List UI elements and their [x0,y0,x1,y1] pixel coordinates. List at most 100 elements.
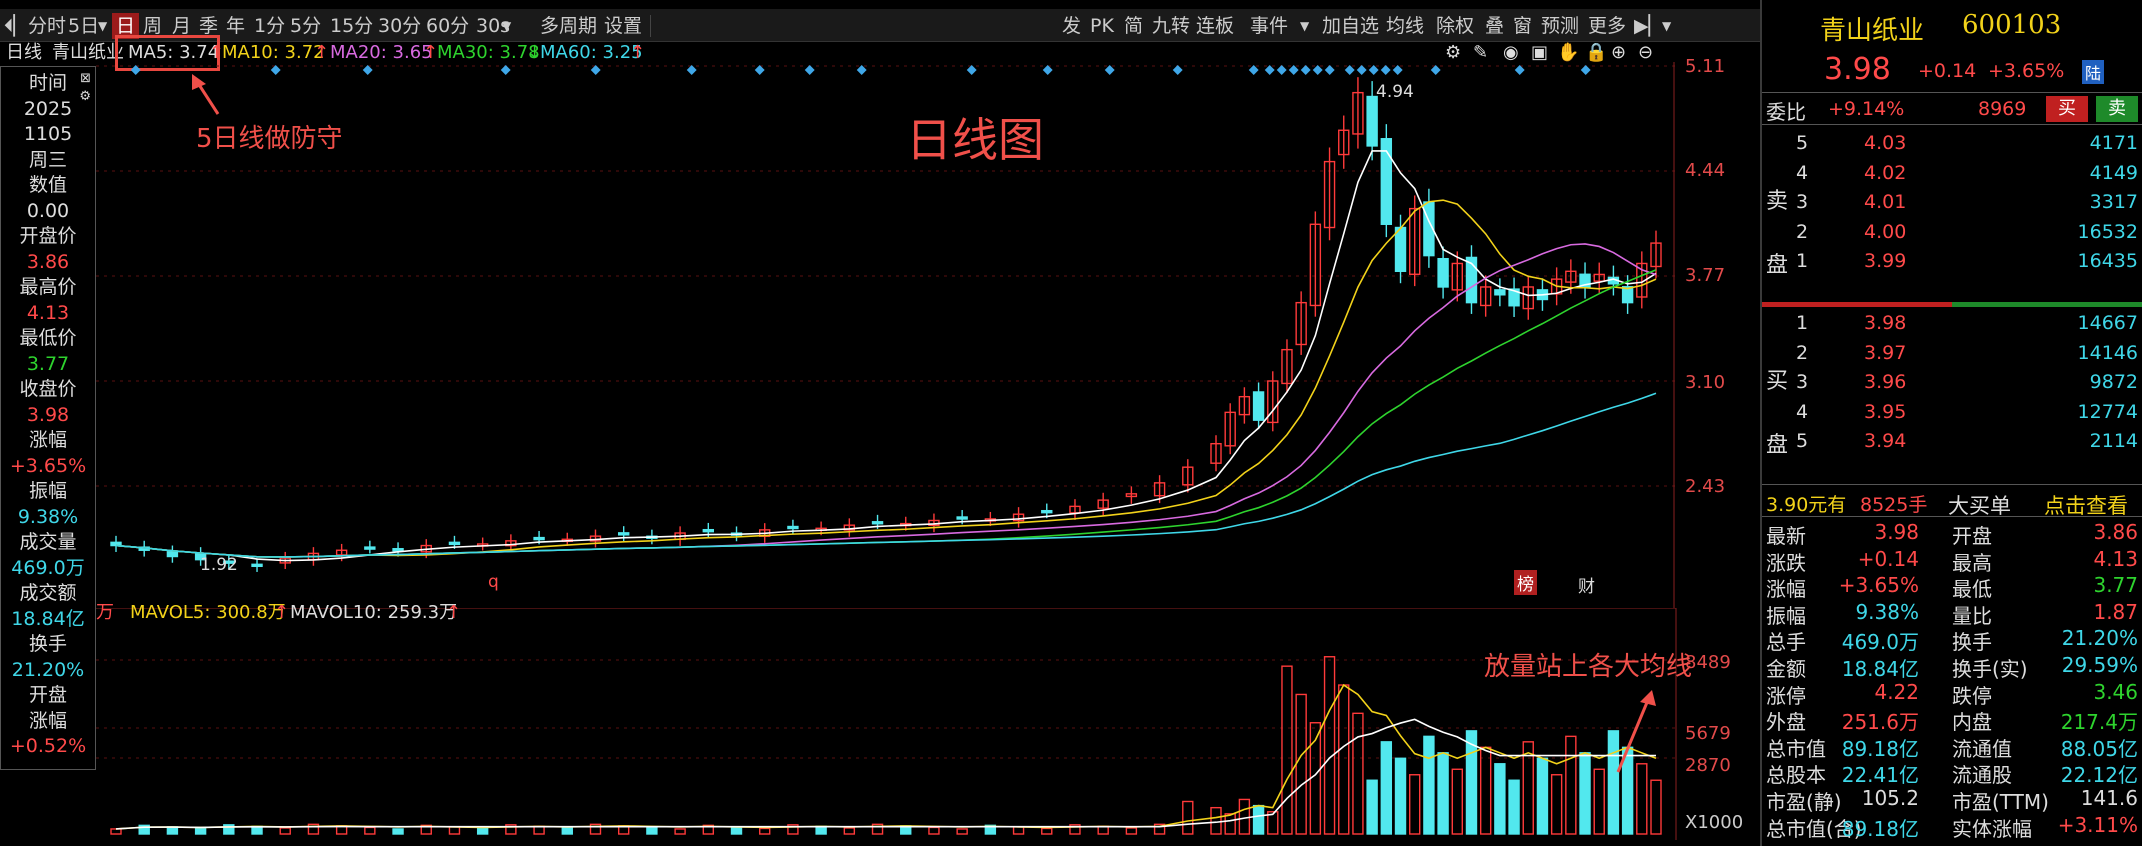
toolbar-jiuzhuan[interactable]: 九转 [1152,13,1190,39]
chevron-down-icon[interactable]: ▼ [1662,13,1671,39]
volume-annotation: 放量站上各大均线 [1484,652,1693,682]
toolbar-send[interactable]: 发 [1062,13,1081,39]
volume-bar [533,825,545,835]
tab-5day[interactable]: 5日 [68,13,99,39]
volume-bar [1650,779,1662,835]
bid-level-n: 1 [1796,312,1809,334]
stat-value: 89.18亿 [1841,736,1919,761]
volume-bar [1097,825,1109,835]
toolbar-simple[interactable]: 简 [1124,13,1143,39]
chevron-down-icon[interactable]: ▼ [1300,13,1309,39]
info-diamond-icon [1172,65,1183,75]
volume-bar [1607,730,1620,835]
volume-bar [1338,684,1350,835]
bid-level-p: 3.96 [1864,371,1907,393]
ask-level-v: 4149 [2089,161,2138,184]
bid-level-v: 14667 [2077,312,2138,334]
stat-label: 量比 [1952,603,1992,628]
weibi-value: +9.14% [1828,98,1905,120]
stat-label: 总市值 [1766,736,1826,761]
toolbar-events[interactable]: 事件 [1250,13,1288,39]
toolbar-lianban[interactable]: 连板 [1196,13,1234,39]
period-label: 日线 [6,42,42,63]
stat-label: 流通值 [1952,736,2012,761]
gear-icon[interactable]: ⚙ [79,89,91,104]
event-marker-bang[interactable]: 榜 [1514,570,1537,595]
info-diamond-icon [500,65,511,75]
toolbar-pk[interactable]: PK [1090,13,1114,39]
toolbar-window[interactable]: 窗 [1513,13,1532,39]
ask-level-p: 3.99 [1864,250,1907,272]
event-marker-q[interactable]: q [488,572,499,592]
bid-level-n: 2 [1796,341,1809,364]
bid-level-v: 12774 [2077,400,2138,423]
volume-bar [476,827,489,835]
tab-60min[interactable]: 60分 [426,13,469,39]
bid-level-v: 9872 [2089,371,2138,393]
stat-label: 涨幅 [1766,577,1806,602]
info-diamond-icon [856,65,867,75]
tab-1min[interactable]: 1分 [254,13,285,39]
stat-value: 22.41亿 [1841,763,1919,788]
stat-label: 市盈(TTM) [1952,790,2049,814]
add-watchlist-button[interactable]: 加自选 [1322,13,1379,39]
data-window-row: 3.98 [26,403,70,426]
stat-value: 89.18亿 [1841,816,1919,841]
tab-15min[interactable]: 15分 [330,13,373,39]
ma5-annotation: 5日线做防守 [196,124,343,154]
mavol5-label: MAVOL5: 300.8万 [130,602,286,623]
data-window-row: 4.13 [26,301,70,324]
stat-label: 换手 [1952,630,1992,655]
stat-value: 9.38% [1855,599,1919,624]
buy-button[interactable]: 买 [2046,96,2088,122]
data-window-row: 9.38% [17,505,79,528]
expand-icon[interactable]: ▶▏ [1634,13,1663,39]
stat-value: 21.20% [2061,626,2138,651]
volume-bar [1352,712,1364,835]
event-marker-cai[interactable]: 财 [1578,572,1595,597]
close-icon[interactable]: ⊠ [80,71,91,86]
tab-multi-period[interactable]: 多周期 [540,13,597,39]
ask-level-p: 4.02 [1864,161,1907,184]
tab-30min[interactable]: 30分 [378,13,421,39]
chevron-down-icon[interactable]: ▼ [502,13,511,39]
toolbar-forecast[interactable]: 预测 [1541,13,1579,39]
sell-button[interactable]: 卖 [2096,96,2138,122]
tab-yearly[interactable]: 年 [226,13,245,39]
data-window-row: 最高价 [19,276,77,298]
candle-body [871,521,884,525]
tab-intraday[interactable]: 分时 [28,13,66,39]
volume-bar [1451,768,1463,835]
stat-label: 总股本 [1766,763,1826,788]
toolbar-more[interactable]: 更多 [1588,13,1626,39]
chevron-down-icon[interactable]: ▼ [98,13,107,39]
info-diamond-icon [1324,65,1335,75]
stat-value: 105.2 [1861,786,1919,810]
volume-bar [1579,752,1591,835]
tab-5min[interactable]: 5分 [290,13,321,39]
stat-label: 开盘 [1952,524,1992,548]
toggle-sidebar-icon[interactable]: ⏴▏ [4,13,28,39]
info-diamond-icon [1042,65,1053,75]
stat-label: 振幅 [1766,603,1806,628]
toolbar-ma[interactable]: 均线 [1386,13,1424,39]
volume-tick: 5679 [1685,723,1731,744]
candle-body [617,532,630,536]
volume-bar [1252,804,1265,835]
data-window-row: 0.00 [26,199,70,222]
ask-level-p: 4.03 [1864,132,1907,154]
settings-button[interactable]: 设置 [604,13,642,39]
data-window-row: 成交额 [19,582,77,604]
stat-label: 流通股 [1952,763,2012,788]
data-window-row: 成交量 [19,531,77,553]
stat-value: 217.4万 [2060,710,2138,735]
info-diamond-icon [1288,65,1299,75]
toolbar-overlay[interactable]: 叠 [1485,13,1504,39]
candle-body [787,525,799,530]
mavol5-arrow: ↑ [274,602,290,623]
volume-tick: 2870 [1685,755,1731,776]
toolbar-exright[interactable]: 除权 [1436,13,1474,39]
bigorder-price: 3.90元有 [1766,494,1847,516]
volume-bar [194,827,207,835]
stat-value: 3.98 [1874,520,1919,544]
